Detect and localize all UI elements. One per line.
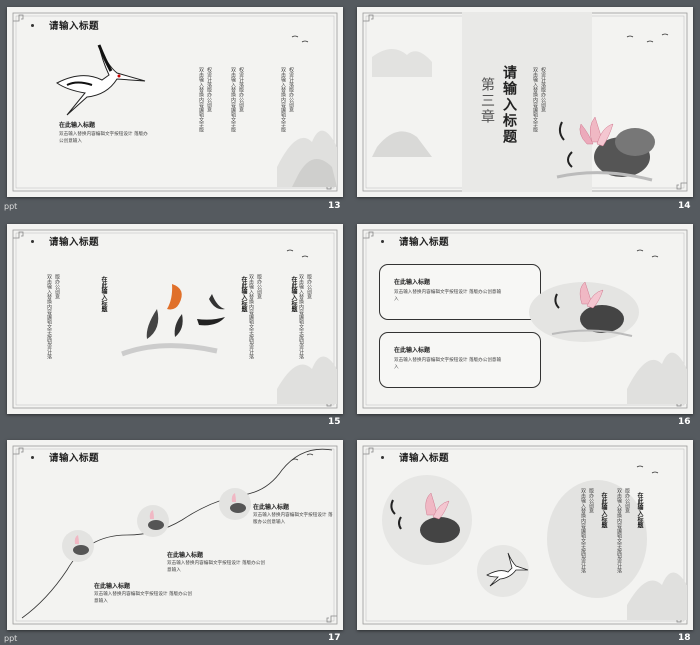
card-title[interactable]: 在此输入标题 bbox=[394, 277, 430, 286]
vertical-text-3[interactable]: 双击输入替换内容编辑文字按钮设计落 bbox=[247, 274, 254, 359]
title-bullet bbox=[31, 240, 34, 243]
slide-title[interactable]: 请输入标题 bbox=[399, 450, 449, 464]
lotus-icon bbox=[148, 510, 164, 530]
vertical-text-3[interactable]: 双击输入替换内容编辑文字按钮设计落 bbox=[615, 488, 622, 573]
slide-title[interactable]: 请输入标题 bbox=[49, 234, 99, 248]
paragraph-title[interactable]: 在此输入标题 bbox=[59, 120, 95, 129]
lotus-icon bbox=[390, 492, 460, 543]
thumbnail-number[interactable]: 17 bbox=[328, 633, 341, 643]
slide-15[interactable]: 请输入标题 双击输入替换内容编辑文字按钮设计落 版办公创意 在此输入标题 在此输… bbox=[7, 224, 343, 414]
title-bullet bbox=[381, 456, 384, 459]
mountain-ink-decoration bbox=[372, 48, 432, 157]
mountain-ink-decoration bbox=[277, 35, 337, 187]
vertical-heading-1[interactable]: 在此输入标题 bbox=[99, 276, 108, 312]
step-body[interactable]: 双击输入替换内容编辑文字按钮设计 落版办公创意输入 bbox=[94, 591, 194, 605]
koi-fish-icon bbox=[121, 284, 225, 357]
birds-icon bbox=[626, 33, 669, 43]
thumbnail-number[interactable]: 16 bbox=[678, 417, 691, 427]
vertical-text-1[interactable]: 双击输入替换内容编辑文字版 bbox=[531, 67, 538, 132]
slide-16[interactable]: 请输入标题 在此输入标题 双击输入替换内容编辑文字按钮设计 落版办公创意输入 在… bbox=[357, 224, 693, 414]
slide-14[interactable]: 第三章 请输入标题 双击输入替换内容编辑文字版 权设计落版办公创意 bbox=[357, 7, 693, 197]
mountain-ink-decoration bbox=[277, 249, 337, 404]
paragraph-body[interactable]: 双击输入替换内容编辑文字按钮设计 落版办公创意输入 bbox=[59, 131, 149, 145]
title-bullet bbox=[381, 240, 384, 243]
step-title[interactable]: 在此输入标题 bbox=[253, 502, 289, 511]
slide-18[interactable]: 请输入标题 双击输入替换内容编辑文字按钮设计落 版办公创意 在此输入标题 双击输… bbox=[357, 440, 693, 630]
step-title[interactable]: 在此输入标题 bbox=[94, 581, 130, 590]
slide-17[interactable]: 请输入标题 在此输入标题 双击输入替换内容编辑文字按钮设计 落版办公创意输入 在… bbox=[7, 440, 343, 630]
vertical-text-4[interactable]: 权设计落版办公创意 bbox=[237, 67, 244, 112]
vertical-text-2[interactable]: 权设计落版办公创意 bbox=[205, 67, 212, 112]
title-bullet bbox=[31, 24, 34, 27]
thumbnail-app-label: ppt bbox=[4, 634, 18, 643]
crane-icon bbox=[486, 552, 529, 587]
slide-13[interactable]: 请输入标题 在此输入标题 双击输入替换内容编辑文字按钮设计 落版办公创意输入 双… bbox=[7, 7, 343, 197]
card-body[interactable]: 双击输入替换内容编辑文字按钮设计 落版办公创意输入 bbox=[394, 357, 504, 371]
vertical-heading-1[interactable]: 在此输入标题 bbox=[599, 492, 608, 528]
step-title[interactable]: 在此输入标题 bbox=[167, 550, 203, 559]
vertical-text-1[interactable]: 双击输入替换内容编辑文字按钮设计落 bbox=[579, 488, 586, 573]
lotus-icon bbox=[551, 281, 633, 337]
vertical-text-3[interactable]: 双击输入替换内容编辑文字版 bbox=[229, 67, 236, 132]
lotus-icon bbox=[556, 116, 655, 182]
thumbnail-number[interactable]: 14 bbox=[678, 201, 691, 211]
card-title[interactable]: 在此输入标题 bbox=[394, 345, 430, 354]
lotus-icon bbox=[230, 493, 246, 513]
vertical-text-2[interactable]: 版办公创意 bbox=[587, 488, 594, 513]
step-body[interactable]: 双击输入替换内容编辑文字按钮设计 落版办公创意输入 bbox=[253, 512, 335, 526]
slide-title[interactable]: 请输入标题 bbox=[49, 18, 99, 32]
chapter-title[interactable]: 请输入标题 bbox=[499, 65, 519, 145]
thumbnail-app-label: ppt bbox=[4, 202, 18, 211]
crane-icon bbox=[56, 44, 146, 116]
step-body[interactable]: 双击输入替换内容编辑文字按钮设计 落版办公创意输入 bbox=[167, 560, 267, 574]
lotus-icon bbox=[73, 535, 89, 555]
vertical-text-1[interactable]: 双击输入替换内容编辑文字版 bbox=[197, 67, 204, 132]
mountain-ink-decoration bbox=[627, 249, 687, 404]
text-card[interactable]: 在此输入标题 双击输入替换内容编辑文字按钮设计 落版办公创意输入 bbox=[379, 264, 541, 320]
card-body[interactable]: 双击输入替换内容编辑文字按钮设计 落版办公创意输入 bbox=[394, 289, 504, 303]
mountain-ink-decoration bbox=[627, 465, 687, 620]
slide-title[interactable]: 请输入标题 bbox=[399, 234, 449, 248]
vertical-text-2[interactable]: 权设计落版办公创意 bbox=[539, 67, 546, 112]
vertical-text-4[interactable]: 版办公创意 bbox=[255, 274, 262, 299]
thumbnail-number[interactable]: 18 bbox=[678, 633, 691, 643]
thumbnail-number[interactable]: 15 bbox=[328, 417, 341, 427]
vertical-text-1[interactable]: 双击输入替换内容编辑文字按钮设计落 bbox=[45, 274, 52, 359]
text-card[interactable]: 在此输入标题 双击输入替换内容编辑文字按钮设计 落版办公创意输入 bbox=[379, 332, 541, 388]
vertical-text-2[interactable]: 版办公创意 bbox=[53, 274, 60, 299]
chapter-label[interactable]: 第三章 bbox=[477, 77, 497, 125]
thumbnail-number[interactable]: 13 bbox=[328, 201, 341, 211]
